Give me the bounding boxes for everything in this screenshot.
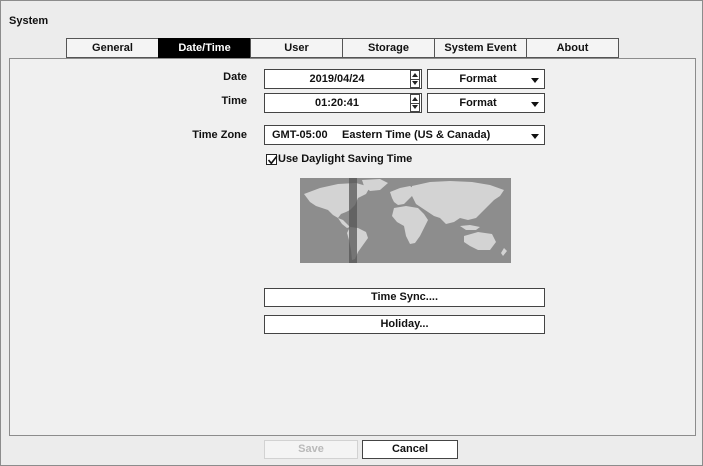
world-time-zone-map xyxy=(300,178,511,263)
date-label: Date xyxy=(223,71,247,83)
time-sync-button[interactable]: Time Sync.... xyxy=(264,288,545,307)
date-value: 2019/04/24 xyxy=(309,73,365,85)
time-zone-select[interactable]: GMT-05:00 Eastern Time (US & Canada) xyxy=(264,125,545,145)
window-title: System xyxy=(9,15,49,27)
tab-bar: General Date/Time User Storage System Ev… xyxy=(66,38,619,58)
dst-checkbox[interactable] xyxy=(266,154,278,165)
tab-about[interactable]: About xyxy=(526,38,619,58)
tab-general[interactable]: General xyxy=(66,38,159,58)
tab-storage[interactable]: Storage xyxy=(342,38,435,58)
time-zone-band xyxy=(349,178,357,263)
date-format-label: Format xyxy=(459,73,497,85)
time-stepper[interactable] xyxy=(410,94,420,112)
world-map-image xyxy=(300,178,511,263)
save-button[interactable]: Save xyxy=(264,440,358,459)
time-format-label: Format xyxy=(459,97,497,109)
time-zone-label: Time Zone xyxy=(192,129,247,141)
time-format-select[interactable]: Format xyxy=(427,93,545,113)
holiday-button[interactable]: Holiday... xyxy=(264,315,545,334)
stepper-up-icon[interactable] xyxy=(412,73,418,77)
system-dialog: System General Date/Time User Storage Sy… xyxy=(0,0,703,466)
date-stepper[interactable] xyxy=(410,70,420,88)
tab-system-event[interactable]: System Event xyxy=(434,38,527,58)
time-zone-name: Eastern Time (US & Canada) xyxy=(342,129,491,141)
chevron-down-icon xyxy=(531,102,539,107)
cancel-button[interactable]: Cancel xyxy=(362,440,458,459)
chevron-down-icon xyxy=(531,134,539,139)
checkmark-icon xyxy=(267,155,278,165)
time-value: 01:20:41 xyxy=(314,97,360,109)
stepper-down-icon[interactable] xyxy=(412,105,418,109)
date-format-select[interactable]: Format xyxy=(427,69,545,89)
stepper-down-icon[interactable] xyxy=(412,81,418,85)
dst-label[interactable]: Use Daylight Saving Time xyxy=(278,153,412,165)
chevron-down-icon xyxy=(531,78,539,83)
time-field[interactable]: 01:20:41 xyxy=(264,93,422,113)
tab-user[interactable]: User xyxy=(250,38,343,58)
time-zone-offset: GMT-05:00 xyxy=(272,129,328,141)
time-label: Time xyxy=(221,95,247,107)
stepper-up-icon[interactable] xyxy=(412,97,418,101)
tab-date-time[interactable]: Date/Time xyxy=(158,38,251,58)
date-field[interactable]: 2019/04/24 xyxy=(264,69,422,89)
